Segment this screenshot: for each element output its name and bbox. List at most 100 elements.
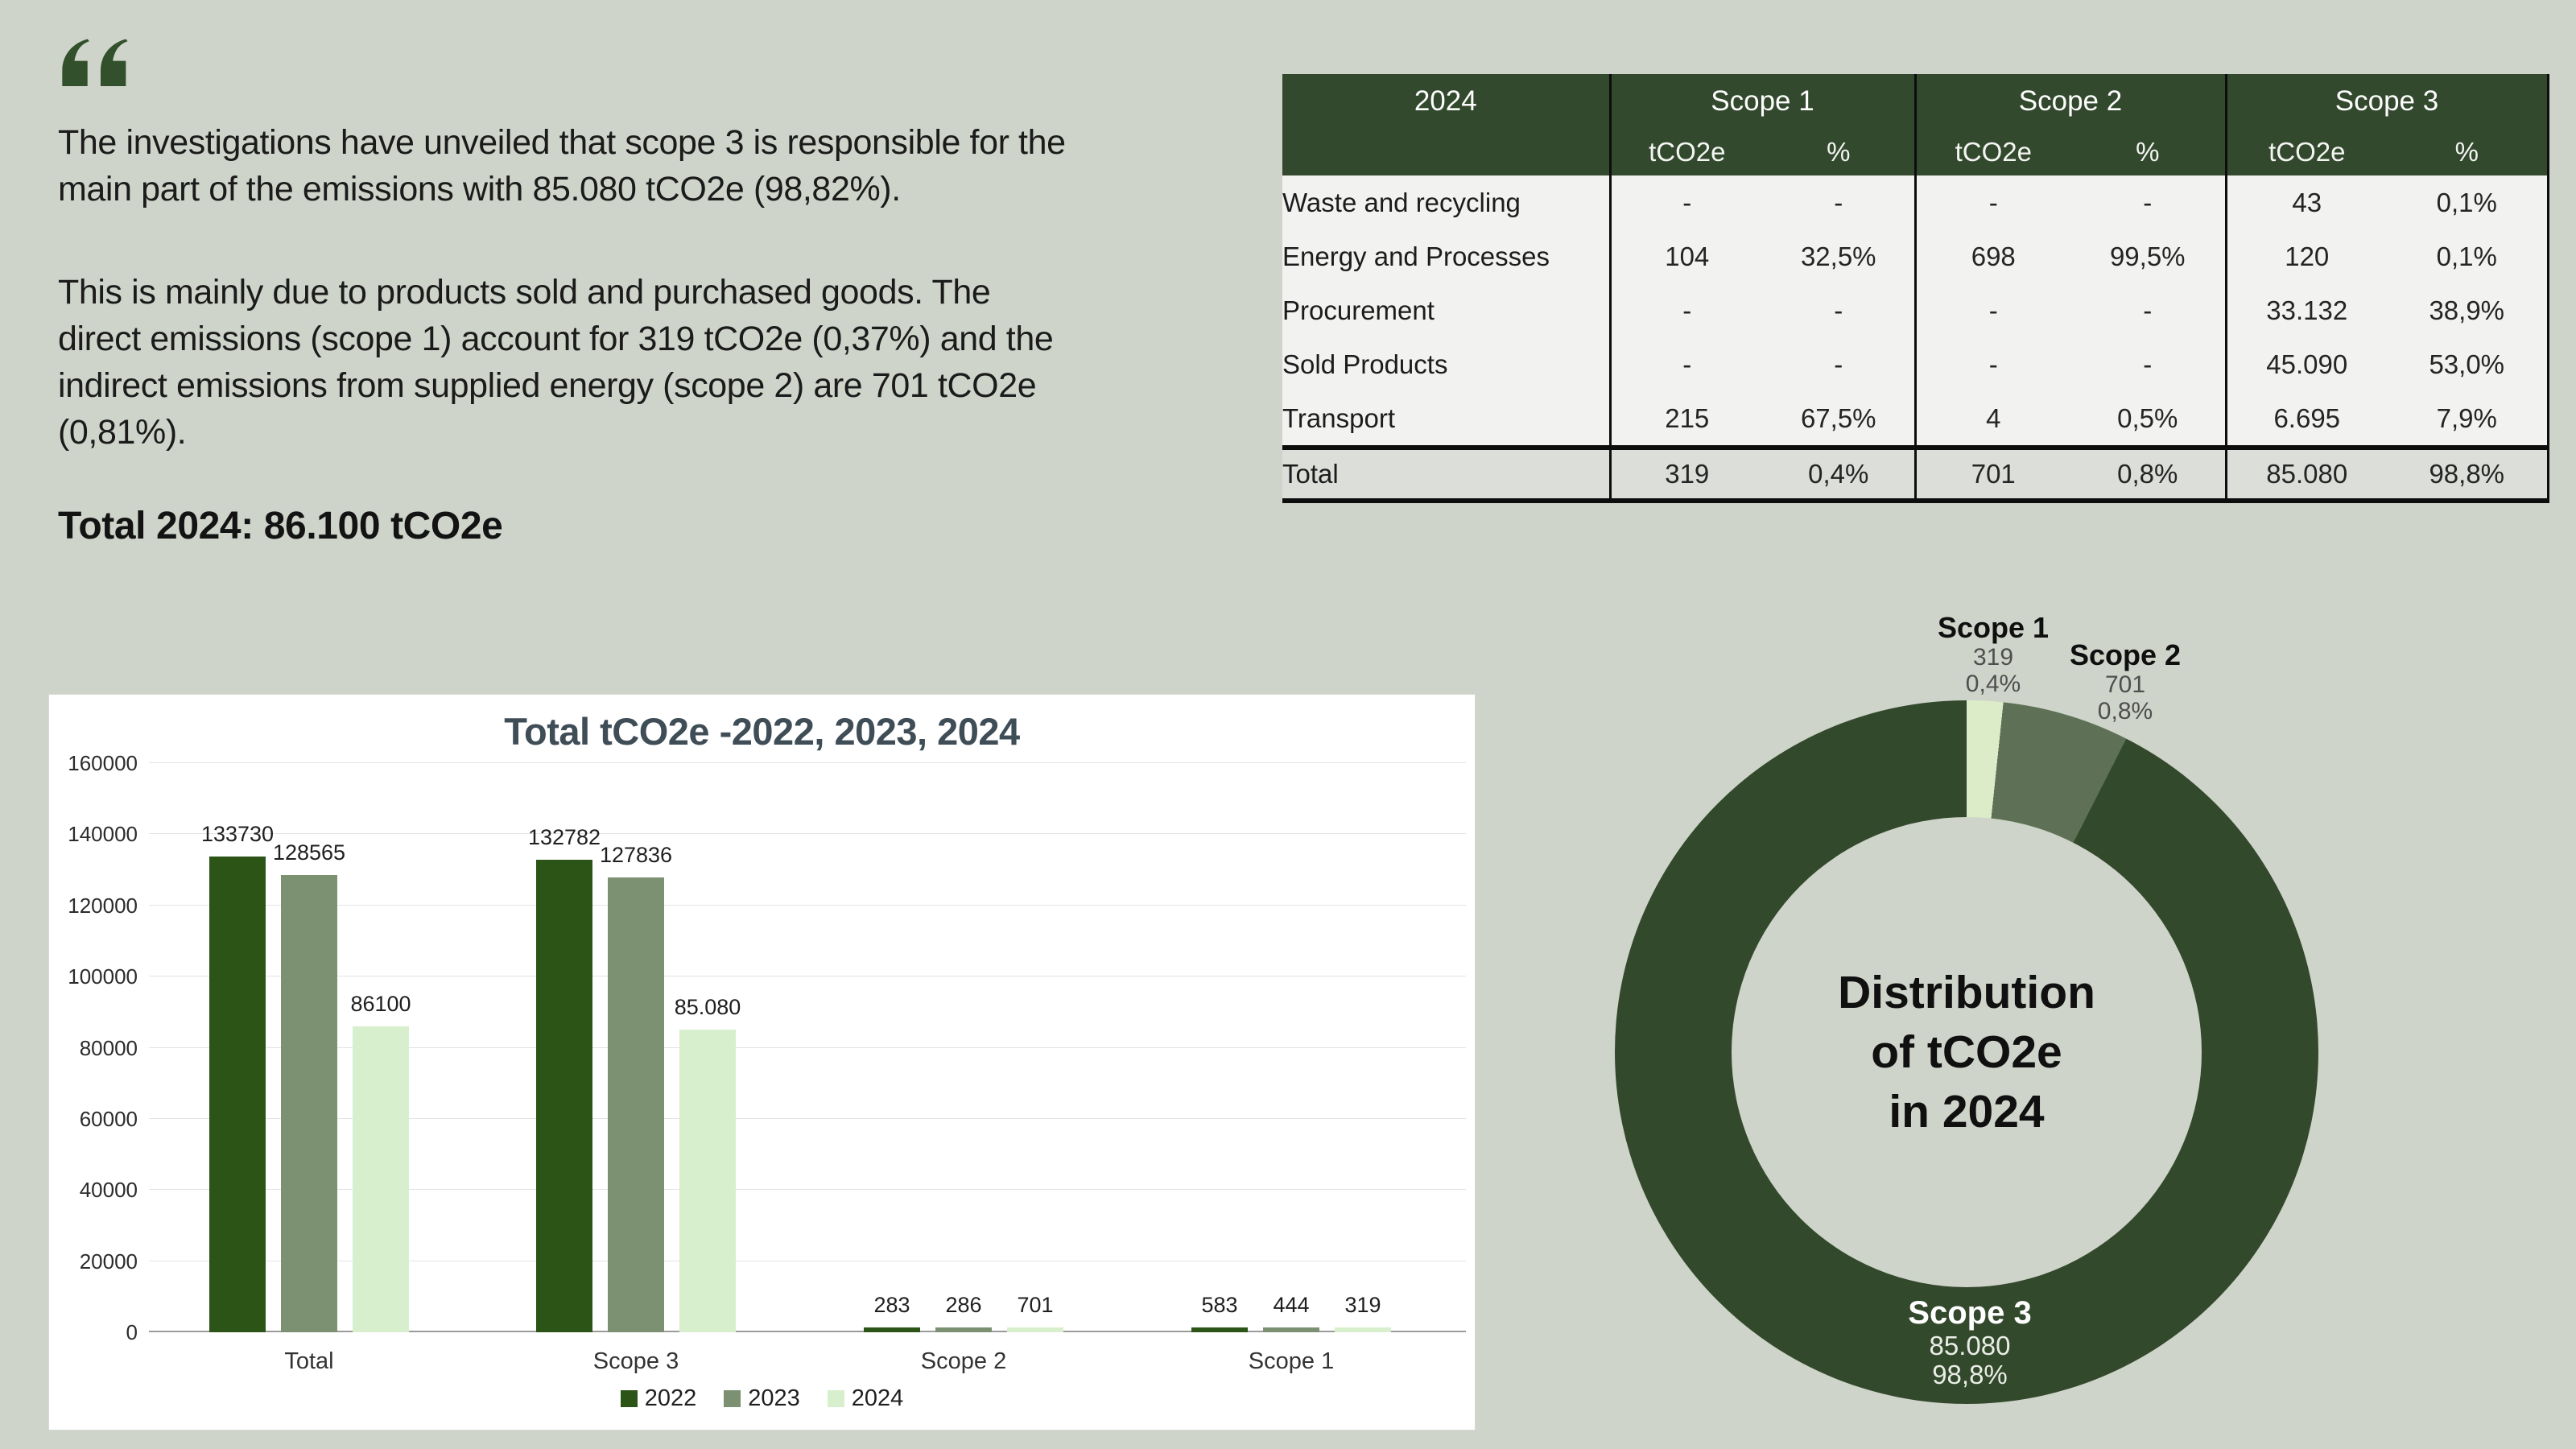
row-value: 99,5% bbox=[2070, 229, 2226, 283]
total-2024-line: Total 2024: 86.100 tCO2e bbox=[58, 504, 502, 548]
row-value: 0,5% bbox=[2070, 391, 2226, 448]
bar-2022-total bbox=[209, 857, 266, 1332]
bar-2023-scope-2 bbox=[935, 1327, 992, 1332]
row-value: - bbox=[1610, 283, 1763, 337]
bar-2023-total bbox=[281, 875, 337, 1332]
table-row: Procurement----33.13238,9% bbox=[1282, 283, 2548, 337]
row-value: - bbox=[1610, 337, 1763, 391]
table-subheader-pct: % bbox=[1763, 129, 1915, 175]
row-label: Transport bbox=[1282, 391, 1610, 448]
table-row: Energy and Processes10432,5%69899,5%1200… bbox=[1282, 229, 2548, 283]
y-axis-tick-label: 160000 bbox=[54, 753, 138, 774]
donut-label-scope3: Scope 3 85.080 98,8% bbox=[1849, 1294, 2091, 1389]
row-value: - bbox=[1915, 283, 2070, 337]
bar-2022-scope-3 bbox=[536, 860, 592, 1332]
bar-2024-scope-2 bbox=[1007, 1327, 1063, 1332]
row-value: 104 bbox=[1610, 229, 1763, 283]
table-row: Transport21567,5%40,5%6.6957,9% bbox=[1282, 391, 2548, 448]
table-header-scope3: Scope 3 bbox=[2226, 74, 2548, 129]
quote-line: (0,81%). bbox=[58, 409, 1053, 456]
row-value: 45.090 bbox=[2226, 337, 2387, 391]
row-value: 6.695 bbox=[2226, 391, 2387, 448]
bar-value-label: 85.080 bbox=[635, 995, 780, 1020]
row-label: Total bbox=[1282, 448, 1610, 501]
legend-swatch bbox=[828, 1390, 844, 1407]
bar-2023-scope-1 bbox=[1263, 1327, 1319, 1332]
row-value: 701 bbox=[1915, 448, 2070, 501]
quote-line: main part of the emissions with 85.080 t… bbox=[58, 166, 1066, 213]
row-label: Sold Products bbox=[1282, 337, 1610, 391]
legend-item-2022: 2022 bbox=[621, 1385, 697, 1412]
table-subheader-pct: % bbox=[2070, 129, 2226, 175]
row-label: Waste and recycling bbox=[1282, 175, 1610, 229]
row-value: 67,5% bbox=[1763, 391, 1915, 448]
table-row: Sold Products----45.09053,0% bbox=[1282, 337, 2548, 391]
row-value: 698 bbox=[1915, 229, 2070, 283]
report-page: The investigations have unveiled that sc… bbox=[0, 0, 2576, 1449]
row-value: 85.080 bbox=[2226, 448, 2387, 501]
quote-paragraph-2: This is mainly due to products sold and … bbox=[58, 269, 1053, 456]
row-value: - bbox=[2070, 283, 2226, 337]
y-axis-tick-label: 60000 bbox=[54, 1108, 138, 1129]
gridline bbox=[149, 1189, 1466, 1190]
bar-value-label: 128565 bbox=[237, 840, 382, 865]
row-value: 33.132 bbox=[2226, 283, 2387, 337]
legend-label: 2023 bbox=[748, 1385, 800, 1412]
y-axis-tick-label: 100000 bbox=[54, 966, 138, 987]
quote-paragraph-1: The investigations have unveiled that sc… bbox=[58, 119, 1066, 213]
row-value: 0,1% bbox=[2387, 229, 2548, 283]
double-quote-icon bbox=[59, 37, 133, 88]
table-header-scope1: Scope 1 bbox=[1610, 74, 1915, 129]
donut-center-line: of tCO2e bbox=[1615, 1022, 2318, 1082]
row-value: 0,8% bbox=[2070, 448, 2226, 501]
row-label: Procurement bbox=[1282, 283, 1610, 337]
bar-2024-scope-1 bbox=[1335, 1327, 1391, 1332]
category-label: Scope 2 bbox=[875, 1348, 1052, 1375]
row-value: 53,0% bbox=[2387, 337, 2548, 391]
legend-swatch bbox=[621, 1390, 638, 1407]
slice-name: Scope 3 bbox=[1849, 1294, 2091, 1331]
row-value: - bbox=[2070, 337, 2226, 391]
emissions-table: 2024 Scope 1 Scope 2 Scope 3 tCO2e % tCO… bbox=[1282, 74, 2549, 503]
row-value: 98,8% bbox=[2387, 448, 2548, 501]
row-value: - bbox=[1763, 283, 1915, 337]
bar-chart-legend: 202220232024 bbox=[49, 1385, 1475, 1412]
bar-value-label: 319 bbox=[1290, 1293, 1435, 1318]
legend-item-2023: 2023 bbox=[724, 1385, 800, 1412]
table-subheader-tco2e: tCO2e bbox=[1915, 129, 2070, 175]
row-value: 120 bbox=[2226, 229, 2387, 283]
donut-label-scope2: Scope 2 701 0,8% bbox=[2004, 639, 2246, 724]
donut-center-line: in 2024 bbox=[1615, 1082, 2318, 1141]
table-subheader-tco2e: tCO2e bbox=[2226, 129, 2387, 175]
row-value: 215 bbox=[1610, 391, 1763, 448]
row-label: Energy and Processes bbox=[1282, 229, 1610, 283]
slice-value: 85.080 bbox=[1849, 1331, 2091, 1360]
quote-line: indirect emissions from supplied energy … bbox=[58, 362, 1053, 409]
row-value: - bbox=[1763, 337, 1915, 391]
bar-2024-total bbox=[353, 1026, 409, 1332]
row-value: 7,9% bbox=[2387, 391, 2548, 448]
quote-line: direct emissions (scope 1) account for 3… bbox=[58, 316, 1053, 362]
y-axis-tick-label: 0 bbox=[54, 1322, 138, 1343]
row-value: - bbox=[1915, 175, 2070, 229]
row-value: 38,9% bbox=[2387, 283, 2548, 337]
row-value: 43 bbox=[2226, 175, 2387, 229]
slice-value: 701 bbox=[2004, 671, 2246, 698]
gridline bbox=[149, 833, 1466, 834]
bar-2022-scope-1 bbox=[1191, 1327, 1248, 1332]
bar-2023-scope-3 bbox=[608, 877, 664, 1332]
gridline bbox=[149, 1118, 1466, 1119]
bar-chart-panel: Total tCO2e -2022, 2023, 2024 0200004000… bbox=[48, 694, 1476, 1430]
gridline bbox=[149, 1047, 1466, 1048]
bar-value-label: 701 bbox=[963, 1293, 1108, 1318]
slice-percent: 0,8% bbox=[2004, 698, 2246, 724]
row-value: - bbox=[1610, 175, 1763, 229]
bar-2022-scope-2 bbox=[864, 1327, 920, 1332]
table-subheader-pct: % bbox=[2387, 129, 2548, 175]
row-value: 32,5% bbox=[1763, 229, 1915, 283]
bar-value-label: 86100 bbox=[308, 992, 453, 1017]
y-axis-tick-label: 20000 bbox=[54, 1251, 138, 1272]
table-subheader-tco2e: tCO2e bbox=[1610, 129, 1763, 175]
gridline bbox=[149, 905, 1466, 906]
y-axis-tick-label: 40000 bbox=[54, 1179, 138, 1200]
